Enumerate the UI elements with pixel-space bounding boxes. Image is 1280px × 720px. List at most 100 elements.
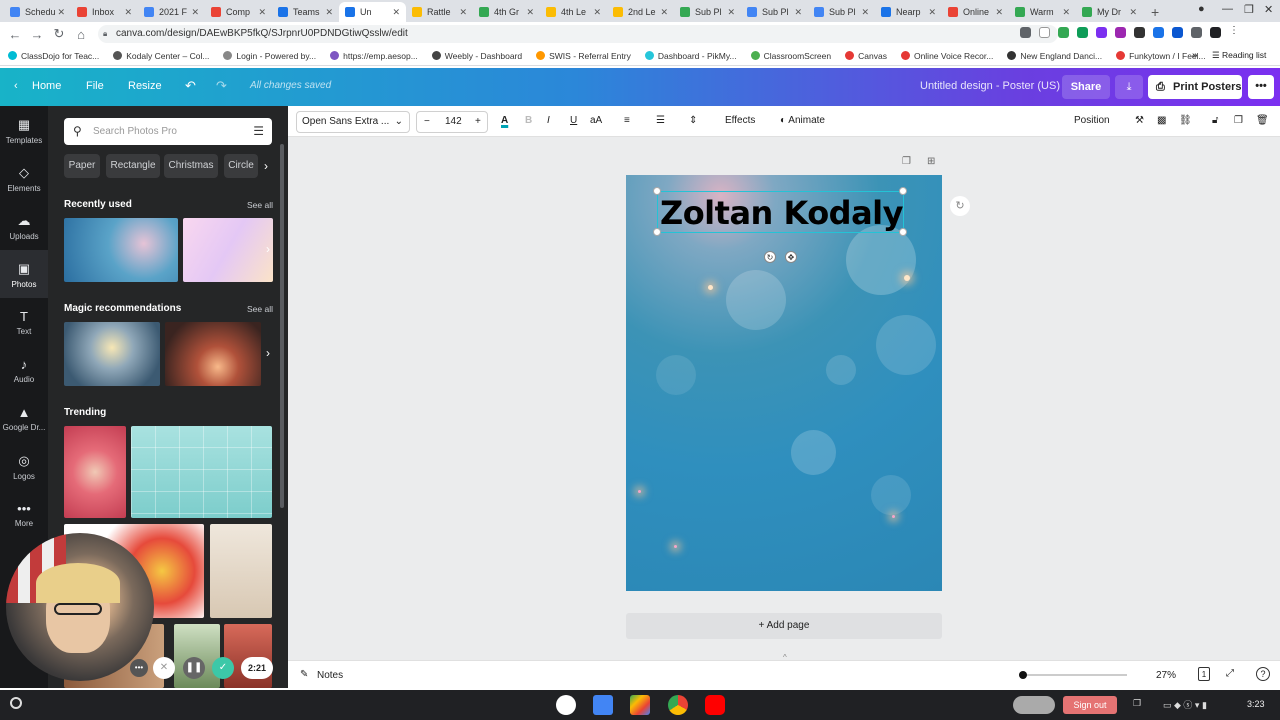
fullscreen-icon[interactable]: ⤢ bbox=[1226, 668, 1234, 679]
finish-recording-icon[interactable]: ✓ bbox=[212, 657, 234, 679]
bookmark-item[interactable]: New England Danci... bbox=[1007, 51, 1102, 61]
underline-icon[interactable]: U bbox=[570, 115, 577, 126]
chip-rectangle[interactable]: Rectangle bbox=[106, 154, 160, 178]
sidebar-item-more[interactable]: ••• More bbox=[0, 490, 48, 538]
text-case-icon[interactable]: aA bbox=[590, 115, 602, 126]
bookmark-item[interactable]: Canvas bbox=[845, 51, 887, 61]
recent-photo-pastel[interactable] bbox=[183, 218, 273, 282]
align-center-icon[interactable]: ≡ bbox=[624, 115, 630, 126]
close-tab-icon[interactable]: ✕ bbox=[727, 7, 735, 18]
refresh-icon[interactable]: ↻ bbox=[950, 196, 970, 216]
browser-tab[interactable]: My Dr ✕ bbox=[1076, 2, 1143, 22]
play-store-icon[interactable] bbox=[630, 695, 650, 715]
close-tab-icon[interactable]: ✕ bbox=[459, 7, 467, 18]
close-tab-icon[interactable]: ✕ bbox=[526, 7, 534, 18]
search-photos-input[interactable]: ⚲ Search Photos Pro ☰ bbox=[64, 118, 272, 145]
browser-tab[interactable]: 4th Le ✕ bbox=[540, 2, 607, 22]
notes-button[interactable]: Notes bbox=[317, 670, 343, 681]
sidebar-item-photos[interactable]: ▣ Photos bbox=[0, 250, 48, 298]
close-tab-icon[interactable]: ✕ bbox=[258, 7, 266, 18]
filter-icon[interactable]: ☰ bbox=[253, 118, 264, 145]
more-options-button[interactable]: ••• bbox=[1248, 75, 1274, 99]
design-title[interactable]: Untitled design - Poster (US) bbox=[920, 80, 1060, 92]
bookmarks-overflow[interactable]: » bbox=[1192, 50, 1198, 61]
duplicate-page-icon[interactable]: ❐ bbox=[902, 156, 911, 167]
bookmark-item[interactable]: Kodaly Center – Col... bbox=[113, 51, 209, 61]
paint-format-icon[interactable]: ⚒ bbox=[1135, 115, 1144, 126]
profile-avatar-icon[interactable] bbox=[1210, 27, 1221, 38]
chevron-right-icon[interactable]: › bbox=[266, 346, 270, 360]
browser-tab[interactable]: Schedu ✕ bbox=[4, 2, 71, 22]
close-tab-icon[interactable]: ✕ bbox=[995, 7, 1003, 18]
clipboard-icon[interactable]: ❐ bbox=[1133, 698, 1141, 709]
close-tab-icon[interactable]: ✕ bbox=[928, 7, 936, 18]
back-icon[interactable]: ← bbox=[4, 27, 26, 42]
sign-out-button[interactable]: Sign out bbox=[1063, 696, 1117, 714]
link-icon[interactable]: ⛓ bbox=[1179, 115, 1192, 126]
browser-tab[interactable]: Rattle ✕ bbox=[406, 2, 473, 22]
recent-photo-bokeh-blue[interactable] bbox=[64, 218, 178, 282]
chevron-right-icon[interactable]: › bbox=[266, 242, 270, 256]
trending-photo-woman-sitting[interactable] bbox=[210, 524, 272, 618]
reading-list[interactable]: ☰ Reading list bbox=[1212, 50, 1266, 61]
rotate-icon[interactable]: ↻ bbox=[764, 251, 776, 263]
browser-tab[interactable]: 2nd Le ✕ bbox=[607, 2, 674, 22]
move-icon[interactable]: ✥ bbox=[785, 251, 797, 263]
extension-blue-icon[interactable] bbox=[1153, 27, 1164, 38]
sidebar-item-google-dr[interactable]: ▲ Google Dr... bbox=[0, 394, 48, 442]
close-tab-icon[interactable]: ✕ bbox=[1062, 7, 1070, 18]
browser-tab[interactable]: Comp ✕ bbox=[205, 2, 272, 22]
text-color-icon[interactable]: A bbox=[501, 115, 508, 126]
forward-icon[interactable]: → bbox=[26, 27, 48, 42]
browser-tab[interactable]: Nearp ✕ bbox=[875, 2, 942, 22]
bold-icon[interactable]: B bbox=[525, 115, 532, 126]
extension-gear-icon[interactable] bbox=[1115, 27, 1126, 38]
lock-icon[interactable]: 🔓︎ bbox=[1212, 115, 1218, 126]
see-all-recent[interactable]: See all bbox=[247, 200, 273, 210]
bookmark-item[interactable]: Dashboard - PikMy... bbox=[644, 51, 737, 61]
bookmark-item[interactable]: Online Voice Recor... bbox=[900, 51, 993, 61]
camera-icon[interactable] bbox=[1020, 27, 1031, 38]
effects-button[interactable]: Effects bbox=[725, 115, 755, 126]
menu-dots-icon[interactable]: ⋮ bbox=[1229, 26, 1240, 38]
close-tab-icon[interactable]: ✕ bbox=[660, 7, 668, 18]
sidebar-item-templates[interactable]: ▦ Templates bbox=[0, 106, 48, 154]
redo-icon[interactable]: ↷ bbox=[216, 78, 227, 94]
see-all-magic[interactable]: See all bbox=[247, 304, 273, 314]
panel-scrollbar[interactable] bbox=[280, 144, 284, 508]
duplicate-icon[interactable]: ❐ bbox=[1234, 115, 1243, 126]
browser-tab[interactable]: Inbox ✕ bbox=[71, 2, 138, 22]
sidebar-item-uploads[interactable]: ☁ Uploads bbox=[0, 202, 48, 250]
close-tab-icon[interactable]: ✕ bbox=[124, 7, 132, 18]
chip-christmas[interactable]: Christmas bbox=[164, 154, 218, 178]
download-icon[interactable]: ⤓ bbox=[1115, 75, 1143, 99]
resize-handle-br[interactable] bbox=[899, 228, 907, 236]
new-tab-button[interactable]: + bbox=[1151, 2, 1159, 22]
zoom-slider-handle[interactable] bbox=[1019, 671, 1027, 679]
gmail-icon[interactable] bbox=[556, 695, 576, 715]
list-icon[interactable]: ☰ bbox=[656, 115, 665, 126]
browser-tab[interactable]: 4th Gr ✕ bbox=[473, 2, 540, 22]
position-button[interactable]: Position bbox=[1074, 115, 1110, 126]
page-count-button[interactable]: 1 bbox=[1198, 667, 1210, 681]
undo-icon[interactable]: ↶ bbox=[185, 78, 196, 94]
font-size-stepper[interactable]: − 142 + bbox=[416, 111, 488, 133]
browser-tab[interactable]: Online ✕ bbox=[942, 2, 1009, 22]
chevron-left-icon[interactable]: ‹ bbox=[14, 80, 18, 92]
trending-photo-glass-building[interactable] bbox=[131, 426, 272, 518]
sidebar-item-audio[interactable]: ♪ Audio bbox=[0, 346, 48, 394]
chip-paper[interactable]: Paper bbox=[64, 154, 100, 178]
add-page-icon[interactable]: ⊞ bbox=[927, 156, 935, 167]
chip-circle[interactable]: Circle bbox=[224, 154, 258, 178]
browser-tab[interactable]: Un ✕ bbox=[339, 2, 406, 22]
chrome-icon[interactable] bbox=[668, 695, 688, 715]
spacing-icon[interactable]: ⇕ bbox=[689, 115, 697, 126]
recorder-menu-icon[interactable]: ••• bbox=[130, 659, 148, 677]
animate-button[interactable]: ◐ Animate bbox=[780, 115, 825, 126]
close-tab-icon[interactable]: ✕ bbox=[1129, 7, 1137, 18]
close-tab-icon[interactable]: ✕ bbox=[57, 7, 65, 18]
close-tab-icon[interactable]: ✕ bbox=[794, 7, 802, 18]
minimize-icon[interactable]: — bbox=[1222, 3, 1233, 15]
share-button[interactable]: Share bbox=[1062, 75, 1110, 99]
youtube-icon[interactable] bbox=[705, 695, 725, 715]
